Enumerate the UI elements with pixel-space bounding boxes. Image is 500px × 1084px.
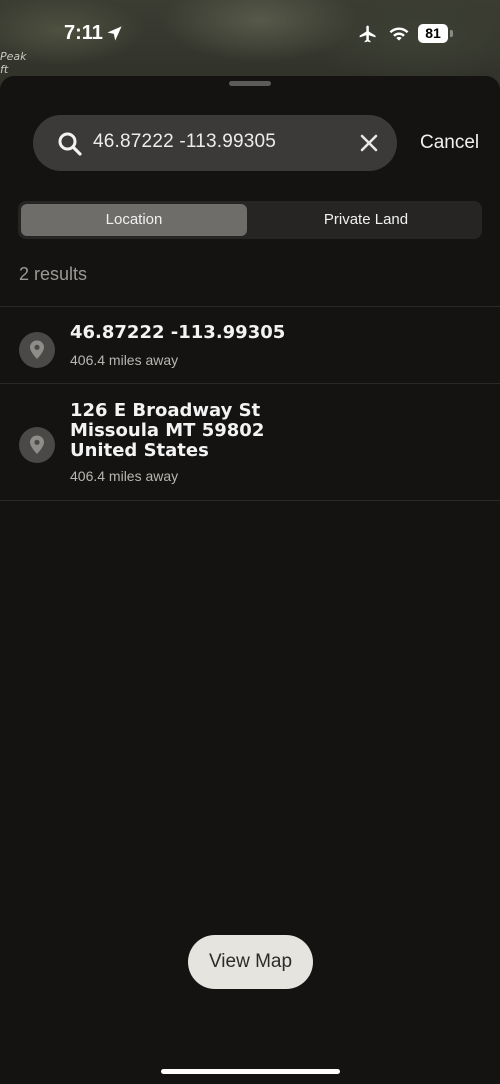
location-arrow-icon bbox=[107, 26, 122, 41]
pin-icon bbox=[19, 332, 55, 368]
map-pin-icon bbox=[30, 340, 44, 359]
segmented-control: Location Private Land bbox=[18, 201, 482, 239]
list-item[interactable]: 46.87222 -113.99305 406.4 miles away bbox=[0, 307, 500, 383]
battery-nub bbox=[450, 30, 453, 37]
cancel-button[interactable]: Cancel bbox=[420, 132, 479, 154]
wifi-icon bbox=[389, 27, 409, 41]
search-input[interactable]: 46.87222 -113.99305 bbox=[33, 115, 397, 171]
result-title-line: Missoula MT 59802 bbox=[70, 420, 265, 441]
search-icon bbox=[58, 132, 82, 156]
status-time: 7:11 bbox=[64, 22, 103, 44]
result-distance: 406.4 miles away bbox=[70, 352, 179, 368]
search-value[interactable]: 46.87222 -113.99305 bbox=[93, 131, 276, 153]
divider bbox=[0, 500, 500, 501]
clear-icon[interactable] bbox=[360, 134, 378, 152]
airplane-icon bbox=[359, 25, 376, 43]
map-pin-icon bbox=[30, 435, 44, 454]
list-item[interactable]: 126 E Broadway St Missoula MT 59802 Unit… bbox=[0, 384, 500, 500]
battery-icon: 81 bbox=[418, 24, 448, 43]
search-sheet: 46.87222 -113.99305 Cancel Location Priv… bbox=[0, 76, 500, 1084]
result-title-line: 126 E Broadway St bbox=[70, 400, 261, 421]
sheet-grabber[interactable] bbox=[229, 81, 271, 86]
view-map-button[interactable]: View Map bbox=[188, 935, 313, 989]
results-count: 2 results bbox=[19, 264, 88, 284]
battery-level: 81 bbox=[425, 25, 441, 41]
result-title: 126 E Broadway St Missoula MT 59802 Unit… bbox=[70, 401, 264, 461]
tab-location[interactable]: Location bbox=[21, 204, 247, 236]
tab-private-land[interactable]: Private Land bbox=[253, 204, 479, 236]
status-bar: 7:11 81 bbox=[0, 0, 500, 70]
home-indicator[interactable] bbox=[161, 1069, 340, 1074]
result-title-line: United States bbox=[70, 440, 209, 461]
pin-icon bbox=[19, 427, 55, 463]
result-title: 46.87222 -113.99305 bbox=[70, 323, 285, 343]
result-distance: 406.4 miles away bbox=[70, 468, 179, 484]
result-title-line: 46.87222 -113.99305 bbox=[70, 322, 286, 343]
